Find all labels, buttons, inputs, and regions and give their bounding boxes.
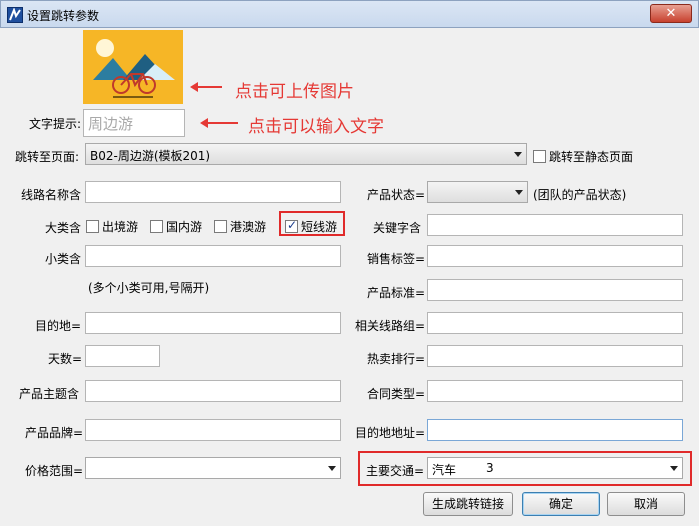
keyword-input[interactable] xyxy=(427,214,683,236)
checkbox-box[interactable] xyxy=(533,150,546,163)
hot-rank-label: 热卖排行= xyxy=(367,352,426,366)
chevron-down-icon xyxy=(515,190,523,195)
static-page-label: 跳转至静态页面 xyxy=(549,150,634,164)
hot-rank-input[interactable] xyxy=(427,345,683,367)
category-outbound-checkbox[interactable]: 出境游 xyxy=(86,218,138,235)
standard-label: 产品标准= xyxy=(367,286,426,300)
status-label: 产品状态= xyxy=(367,188,426,202)
sales-tag-input[interactable] xyxy=(427,245,683,267)
contract-type-input[interactable] xyxy=(427,380,683,402)
jump-page-value: B02-周边游(模板201) xyxy=(90,149,211,163)
days-input[interactable] xyxy=(85,345,160,367)
close-button[interactable]: ✕ xyxy=(650,4,692,23)
brand-input[interactable] xyxy=(85,419,341,441)
theme-label: 产品主题含 xyxy=(19,387,80,401)
tip-label: 文字提示: xyxy=(29,117,82,131)
transport-code: 3 xyxy=(486,461,494,475)
keyword-label: 关键字含 xyxy=(373,221,422,235)
chevron-down-icon xyxy=(670,466,678,471)
upload-image-thumbnail[interactable] xyxy=(83,30,183,104)
app-icon xyxy=(7,7,23,23)
annotation-upload-image: 点击可上传图片 xyxy=(235,82,354,102)
standard-input[interactable] xyxy=(427,279,683,301)
price-range-label: 价格范围= xyxy=(25,464,84,478)
transport-value: 汽车 xyxy=(432,463,457,477)
checkbox-box-checked[interactable] xyxy=(285,218,298,233)
destination-input[interactable] xyxy=(85,312,341,334)
checkbox-box[interactable] xyxy=(150,220,163,233)
tip-input[interactable]: 周边游 xyxy=(83,109,185,137)
route-name-label: 线路名称含 xyxy=(21,188,82,202)
annotation-tip-text: 点击可以输入文字 xyxy=(248,117,384,137)
category-hkmacau-checkbox[interactable]: 港澳游 xyxy=(214,218,266,235)
transport-label: 主要交通= xyxy=(366,464,425,478)
checkbox-box[interactable] xyxy=(214,220,227,233)
title-bar: 设置跳转参数 ✕ xyxy=(0,0,699,28)
related-group-label: 相关线路组= xyxy=(355,319,426,333)
price-range-select[interactable] xyxy=(85,457,341,479)
days-label: 天数= xyxy=(48,352,83,366)
category-option-label: 出境游 xyxy=(102,220,139,234)
category-domestic-checkbox[interactable]: 国内游 xyxy=(150,218,202,235)
chevron-down-icon xyxy=(328,466,336,471)
subcategory-hint: (多个小类可用,号隔开) xyxy=(88,281,210,295)
subcategory-label: 小类含 xyxy=(45,252,82,266)
status-select[interactable] xyxy=(427,181,528,203)
related-group-input[interactable] xyxy=(427,312,683,334)
subcategory-input[interactable] xyxy=(85,245,341,267)
category-option-label: 国内游 xyxy=(166,220,203,234)
category-label: 大类含 xyxy=(45,221,82,235)
annotation-arrow-image xyxy=(190,82,222,92)
static-page-checkbox[interactable]: 跳转至静态页面 xyxy=(533,148,633,165)
window-title: 设置跳转参数 xyxy=(27,9,100,23)
generate-link-button[interactable]: 生成跳转链接 xyxy=(423,492,513,516)
dest-address-input[interactable] xyxy=(427,419,683,441)
category-option-label: 短线游 xyxy=(301,220,338,234)
tip-placeholder: 周边游 xyxy=(88,115,134,133)
annotation-arrow-tip xyxy=(200,118,238,128)
destination-label: 目的地= xyxy=(35,319,82,333)
checkbox-box[interactable] xyxy=(86,220,99,233)
category-short-trip-checkbox[interactable]: 短线游 xyxy=(285,218,337,235)
ok-button[interactable]: 确定 xyxy=(522,492,600,516)
route-name-input[interactable] xyxy=(85,181,341,203)
contract-type-label: 合同类型= xyxy=(367,387,426,401)
jump-label: 跳转至页面: xyxy=(15,150,80,164)
dest-address-label: 目的地地址= xyxy=(355,426,426,440)
jump-page-select[interactable]: B02-周边游(模板201) xyxy=(85,143,527,165)
sales-tag-label: 销售标签= xyxy=(367,252,426,266)
category-option-label: 港澳游 xyxy=(230,220,267,234)
brand-label: 产品品牌= xyxy=(25,426,84,440)
theme-input[interactable] xyxy=(85,380,341,402)
bicycle-illustration xyxy=(83,39,183,104)
chevron-down-icon xyxy=(514,152,522,157)
transport-select[interactable]: 汽车 3 xyxy=(427,457,683,479)
cancel-button[interactable]: 取消 xyxy=(607,492,685,516)
status-hint: (团队的产品状态) xyxy=(533,188,627,202)
